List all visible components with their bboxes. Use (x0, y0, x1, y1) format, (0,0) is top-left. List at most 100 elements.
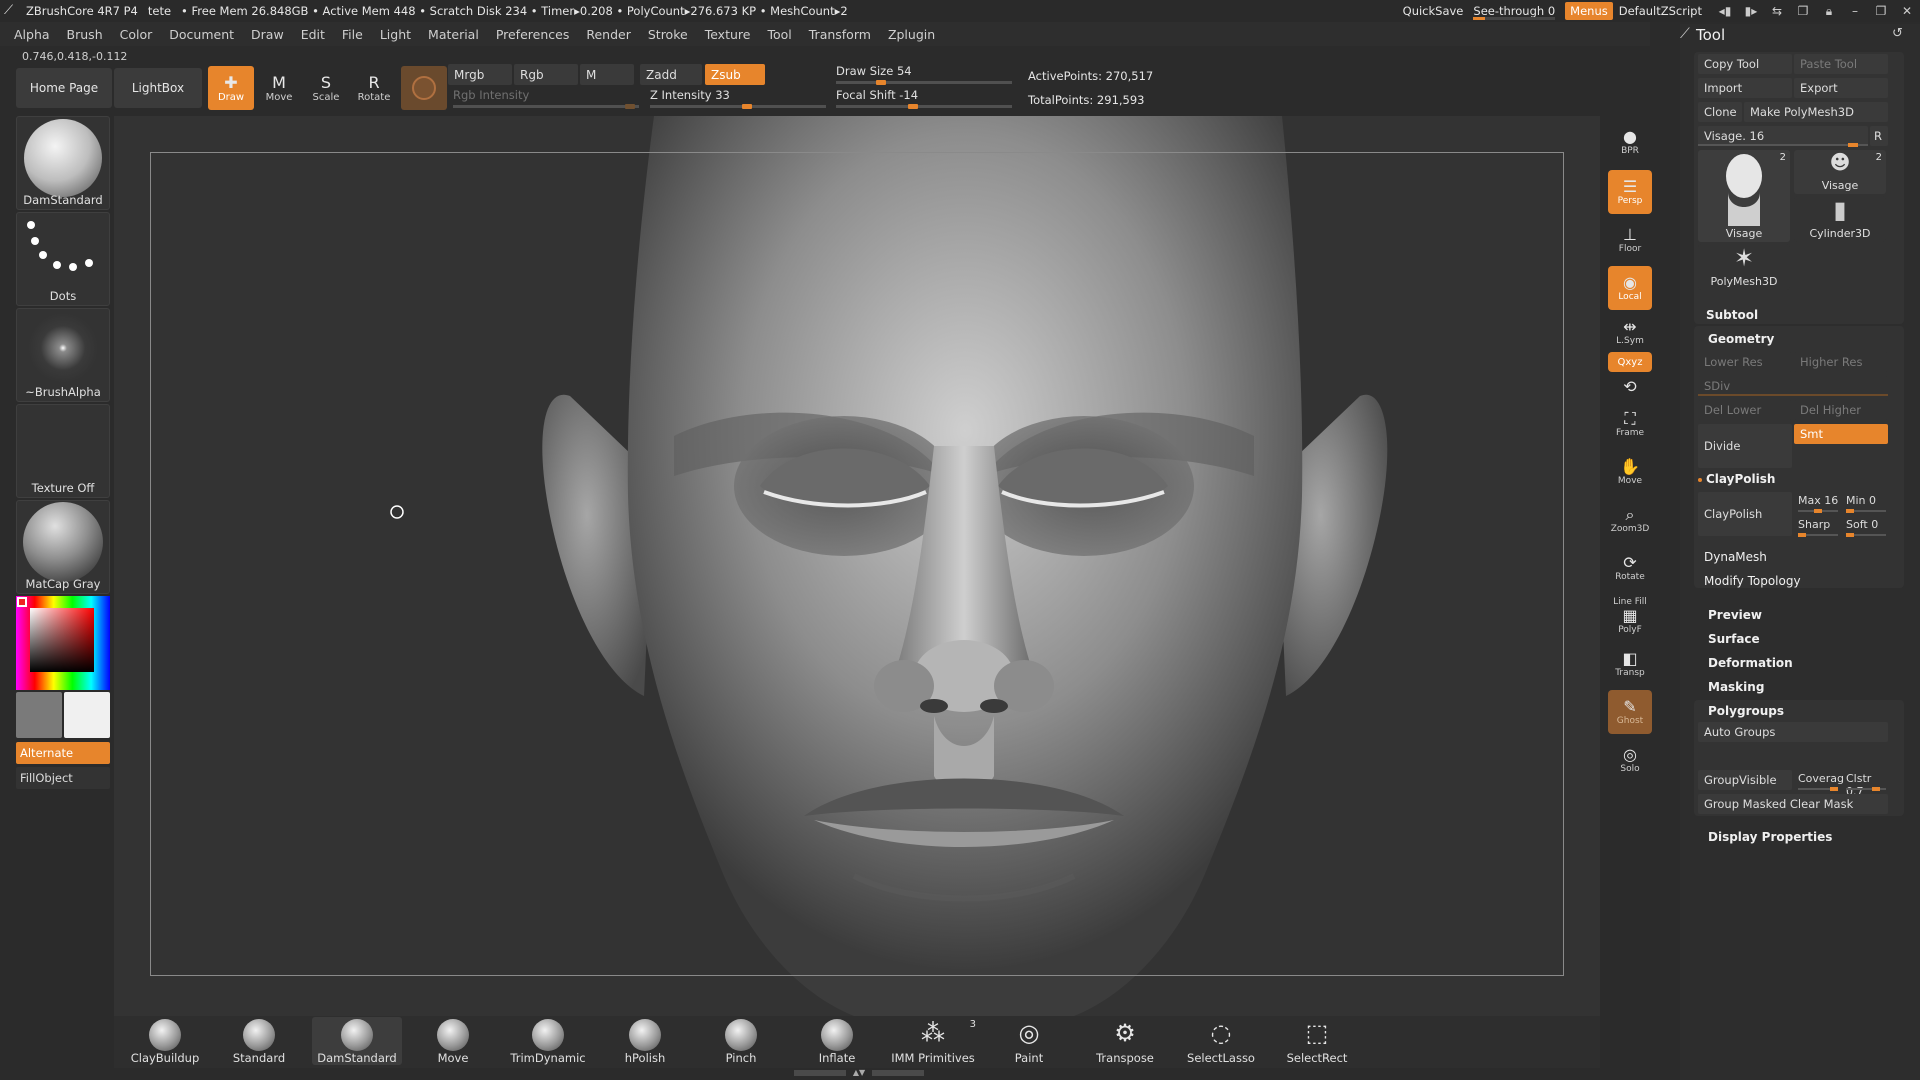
tool-thumb-visage-small[interactable]: ☻ 2 Visage (1794, 150, 1886, 194)
rotate-mode-button[interactable]: R Rotate (351, 66, 397, 110)
mrgb-button[interactable]: Mrgb (448, 64, 512, 85)
subtool-section[interactable]: Subtool (1706, 308, 1758, 322)
saturation-square[interactable] (30, 608, 94, 672)
frame-button[interactable]: ⛶ Frame (1608, 402, 1652, 446)
rgb-intensity-slider[interactable]: Rgb Intensity (453, 88, 639, 109)
select-lasso-tool[interactable]: ◌ SelectLasso (1186, 1017, 1256, 1065)
claypolish-button[interactable]: ClayPolish (1698, 492, 1792, 536)
visage-tool-slider[interactable]: Visage. 16 (1698, 126, 1868, 147)
zoom3d-button[interactable]: ⌕ Zoom3D (1608, 498, 1652, 542)
pin-icon[interactable]: ⟋ (1680, 26, 1690, 42)
menu-draw[interactable]: Draw (251, 27, 284, 42)
dynamesh-section[interactable]: DynaMesh (1704, 550, 1767, 564)
soft-slider[interactable]: Soft 0 (1846, 518, 1888, 537)
smt-toggle[interactable]: Smt (1794, 424, 1888, 444)
restore-icon[interactable]: ❐ (1868, 4, 1894, 18)
lock-icon[interactable]: 🔒︎ (1816, 4, 1842, 19)
transp-button[interactable]: ◧ Transp (1608, 642, 1652, 686)
focal-shift-slider[interactable]: Focal Shift -14 (836, 88, 1012, 109)
polygroups-section[interactable]: Polygroups (1708, 704, 1784, 718)
brush-imm-primitives[interactable]: ⁂ 3 IMM Primitives (888, 1017, 978, 1065)
bpr-button[interactable]: ● BPR (1608, 120, 1652, 164)
menu-tool[interactable]: Tool (767, 27, 791, 42)
z-intensity-slider[interactable]: Z Intensity 33 (650, 88, 826, 109)
higher-res-button[interactable]: Higher Res (1794, 352, 1888, 372)
coverage-slider[interactable]: Coverag (1798, 772, 1844, 791)
tool-thumb-polymesh[interactable]: ✶ PolyMesh3D (1698, 244, 1790, 290)
menu-alpha[interactable]: Alpha (14, 27, 50, 42)
clone-button[interactable]: Clone (1698, 102, 1742, 122)
color-picker[interactable] (16, 596, 110, 690)
brush-paint[interactable]: ◎ Paint (994, 1017, 1064, 1065)
select-rect-tool[interactable]: ⬚ SelectRect (1282, 1017, 1352, 1065)
persp-button[interactable]: ☰ Persp (1608, 170, 1652, 214)
import-button[interactable]: Import (1698, 78, 1792, 98)
local-button[interactable]: ◉ Local (1608, 266, 1652, 310)
minimize-icon[interactable]: – (1842, 4, 1868, 18)
qxyz-button[interactable]: Qxyz (1608, 352, 1652, 372)
menu-edit[interactable]: Edit (301, 27, 325, 42)
secondary-color-swatch[interactable] (16, 692, 62, 738)
brush-move[interactable]: Move (418, 1017, 488, 1065)
lightbox-button[interactable]: LightBox (114, 68, 202, 108)
material-thumbnail[interactable]: MatCap Gray (16, 500, 110, 594)
min-slider[interactable]: Min 0 (1846, 494, 1888, 513)
surface-section[interactable]: Surface (1708, 632, 1760, 646)
lsym-button[interactable]: ⇹ L.Sym (1608, 314, 1652, 350)
make-polymesh-button[interactable]: Make PolyMesh3D (1744, 102, 1888, 122)
swap-icon[interactable]: ⇆ (1764, 4, 1790, 18)
brush-hpolish[interactable]: hPolish (610, 1017, 680, 1065)
export-button[interactable]: Export (1794, 78, 1888, 98)
paste-tool-button[interactable]: Paste Tool (1794, 54, 1888, 74)
quicksave-button[interactable]: QuickSave (1403, 4, 1464, 18)
stroke-thumbnail[interactable]: Dots (16, 212, 110, 306)
alternate-button[interactable]: Alternate (16, 742, 110, 764)
main-color-swatch[interactable] (64, 692, 110, 738)
lower-res-button[interactable]: Lower Res (1698, 352, 1792, 372)
transpose-tool[interactable]: ⚙ Transpose (1090, 1017, 1160, 1065)
move-view-button[interactable]: ✋ Move (1608, 450, 1652, 494)
texture-thumbnail[interactable]: Texture Off (16, 404, 110, 498)
del-higher-button[interactable]: Del Higher (1794, 400, 1888, 420)
menus-button[interactable]: Menus (1565, 2, 1613, 20)
fillobject-button[interactable]: FillObject (16, 767, 110, 789)
menu-zplugin[interactable]: Zplugin (888, 27, 935, 42)
claypolish-section[interactable]: ClayPolish (1706, 472, 1775, 486)
menu-preferences[interactable]: Preferences (496, 27, 570, 42)
zsub-button[interactable]: Zsub (705, 64, 765, 85)
deformation-section[interactable]: Deformation (1708, 656, 1793, 670)
menu-render[interactable]: Render (586, 27, 631, 42)
axis-toggle-button[interactable]: ⟲ (1608, 376, 1652, 398)
sharp-slider[interactable]: Sharp (1798, 518, 1842, 537)
brush-trimdynamic[interactable]: TrimDynamic (508, 1017, 588, 1065)
draw-size-slider[interactable]: Draw Size 54 (836, 64, 1012, 85)
zadd-button[interactable]: Zadd (640, 64, 702, 85)
brush-thumbnail[interactable]: DamStandard (16, 116, 110, 210)
layout-left-icon[interactable]: ◂▮ (1712, 4, 1738, 18)
layout-right-icon[interactable]: ▮▸ (1738, 4, 1764, 18)
ghost-button[interactable]: ✎ Ghost (1608, 690, 1652, 734)
menu-transform[interactable]: Transform (809, 27, 871, 42)
floor-button[interactable]: ⊥ Floor (1608, 218, 1652, 262)
close-icon[interactable]: ✕ (1894, 4, 1920, 18)
solo-button[interactable]: ◎ Solo (1608, 738, 1652, 782)
m-button[interactable]: M (580, 64, 634, 85)
polyf-button[interactable]: Line Fill ▦ PolyF (1608, 594, 1652, 638)
refresh-icon[interactable]: ↺ (1892, 26, 1903, 41)
see-through-slider[interactable]: See-through 0 (1473, 4, 1556, 20)
r-button[interactable]: R (1870, 126, 1888, 146)
del-lower-button[interactable]: Del Lower (1698, 400, 1792, 420)
tool-thumb-visage-active[interactable]: 2 Visage (1698, 150, 1790, 242)
masking-section[interactable]: Masking (1708, 680, 1764, 694)
home-page-button[interactable]: Home Page (16, 68, 112, 108)
divide-button[interactable]: Divide (1698, 424, 1792, 468)
brush-standard[interactable]: Standard (224, 1017, 294, 1065)
brush-claybuildup[interactable]: ClayBuildup (130, 1017, 200, 1065)
window-icon[interactable]: ❐ (1790, 4, 1816, 18)
canvas-viewport[interactable] (114, 116, 1600, 1016)
menu-stroke[interactable]: Stroke (648, 27, 688, 42)
max-slider[interactable]: Max 16 (1798, 494, 1842, 513)
draw-mode-button[interactable]: ✚ Draw (208, 66, 254, 110)
default-zscript-button[interactable]: DefaultZScript (1619, 4, 1702, 18)
tool-palette-title[interactable]: Tool (1696, 26, 1725, 44)
